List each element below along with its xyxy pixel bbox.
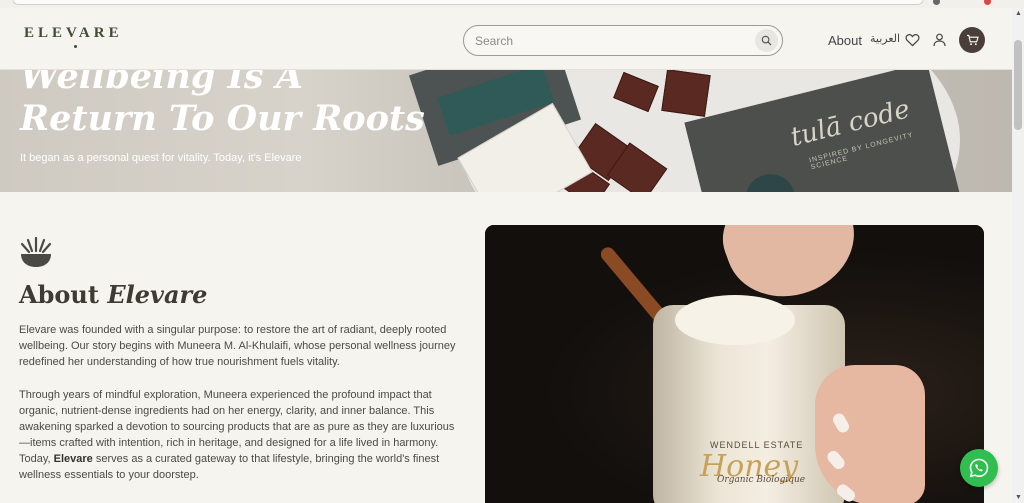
chocolate-piece	[661, 70, 711, 117]
address-bar[interactable]	[12, 0, 924, 5]
language-switch-link[interactable]: العربية	[870, 32, 900, 45]
hero-subtitle: It began as a personal quest for vitalit…	[20, 152, 302, 164]
search-input[interactable]	[475, 32, 745, 50]
sunrise-bowl-icon	[20, 236, 52, 267]
nav-about-link[interactable]: About	[828, 33, 862, 48]
scroll-thumb[interactable]	[1014, 40, 1022, 130]
browser-extension-icon[interactable]	[984, 0, 991, 5]
search-icon	[761, 35, 772, 46]
box-figure	[740, 168, 806, 192]
about-title-plain: About	[19, 280, 108, 309]
hero-banner: tulā code INSPIRED BY LONGEVITY SCIENCE …	[0, 70, 1012, 192]
about-paragraph-2: Through years of mindful exploration, Mu…	[19, 387, 464, 483]
whatsapp-icon	[969, 458, 989, 478]
scroll-up-icon[interactable]: ▲	[1015, 10, 1022, 17]
jar-note: Organic Biologique	[717, 475, 806, 485]
hero-title-line1: Wellbeing Is A	[20, 70, 303, 97]
site-header: ELEVARE About العربية	[0, 8, 1012, 70]
logo-dot	[74, 45, 77, 48]
scroll-down-icon[interactable]: ▼	[1015, 494, 1022, 501]
page-scrollbar[interactable]: ▲ ▼	[1012, 8, 1024, 503]
about-title: About Elevare	[19, 280, 207, 309]
logo[interactable]: ELEVARE	[24, 25, 123, 42]
search-bar	[463, 25, 783, 56]
cart-button[interactable]	[959, 27, 985, 53]
honey-jar-photo: WENDELL ESTATE Honey Organic Biologique	[485, 225, 984, 503]
account-button[interactable]	[933, 33, 946, 52]
browser-top-strip	[0, 0, 1024, 8]
browser-profile-icon[interactable]	[933, 0, 940, 5]
wishlist-button[interactable]	[905, 33, 920, 52]
photo-honey-top	[675, 295, 795, 345]
photo-hand	[815, 365, 925, 503]
whatsapp-chat-button[interactable]	[960, 449, 998, 487]
heart-icon	[905, 34, 920, 47]
search-button[interactable]	[755, 29, 778, 52]
user-icon	[933, 33, 946, 47]
about-paragraph-1: Elevare was founded with a singular purp…	[19, 324, 456, 368]
about-title-italic: Elevare	[107, 280, 208, 309]
about-paragraph-2-brand: Elevare	[53, 453, 93, 465]
cart-icon	[966, 34, 979, 46]
hero-title-line2: Return To Our Roots	[20, 98, 425, 139]
